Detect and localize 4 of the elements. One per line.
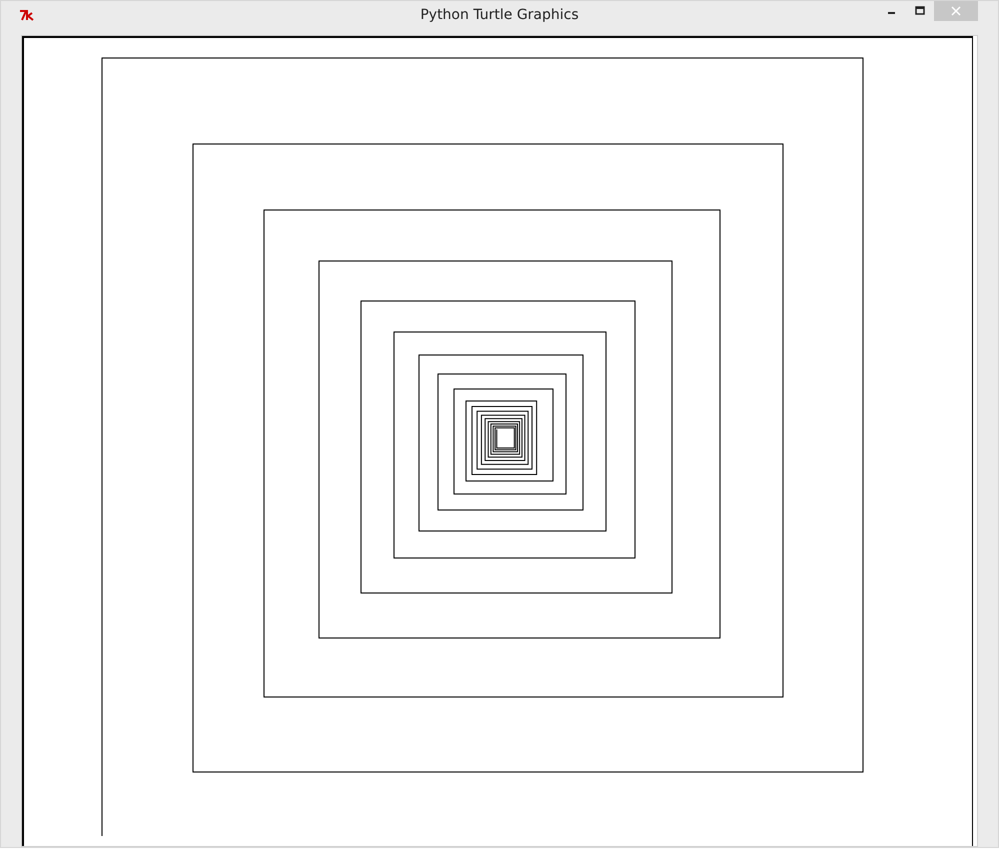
close-icon	[950, 6, 962, 16]
window-title: Python Turtle Graphics	[420, 7, 579, 23]
maximize-icon	[915, 6, 925, 16]
app-icon	[19, 9, 35, 21]
